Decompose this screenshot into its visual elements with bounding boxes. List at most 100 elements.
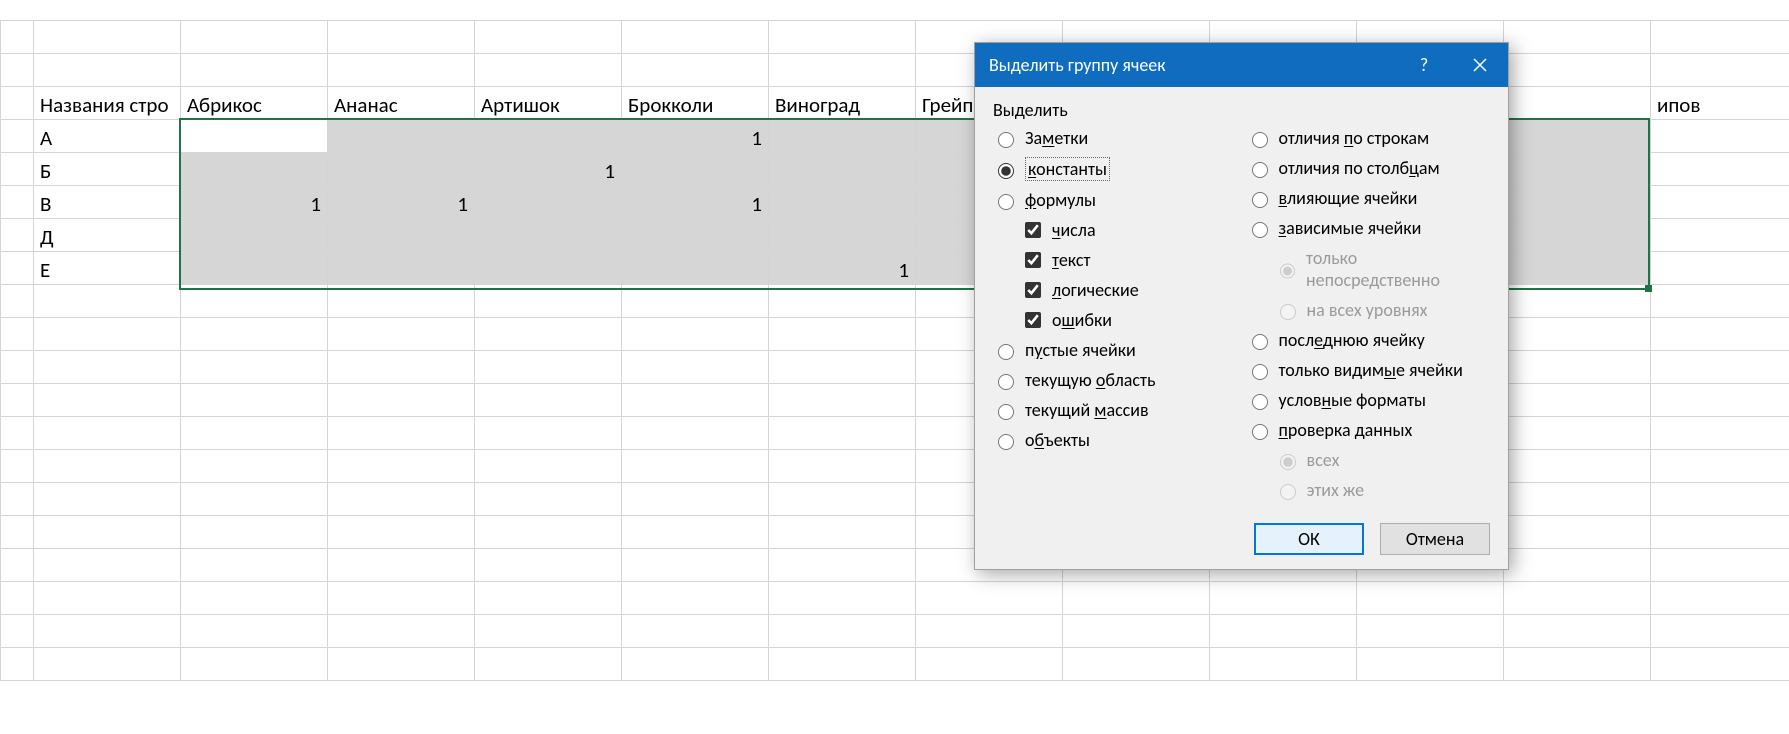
grid-row: [1, 615, 1789, 648]
grid-row: А 1: [1, 120, 1789, 153]
cell[interactable]: [622, 219, 769, 252]
radio-objects[interactable]: объекты: [993, 429, 1237, 451]
row-label[interactable]: Б: [34, 153, 181, 186]
col-header[interactable]: Брокколи: [622, 87, 769, 120]
cell[interactable]: [328, 120, 475, 153]
row-label[interactable]: В: [34, 186, 181, 219]
radio-blanks[interactable]: пустые ячейки: [993, 339, 1237, 361]
cell[interactable]: [1651, 186, 1789, 219]
radio-data-validation[interactable]: проверка данных: [1247, 419, 1491, 441]
cell[interactable]: [622, 153, 769, 186]
grid-row: [1, 384, 1789, 417]
grid-row: Б 1: [1, 153, 1789, 186]
cell[interactable]: [1504, 186, 1651, 219]
check-errors[interactable]: ошибки: [993, 309, 1237, 331]
cell[interactable]: [1651, 219, 1789, 252]
cancel-button[interactable]: Отмена: [1380, 523, 1490, 555]
cell[interactable]: [622, 252, 769, 285]
cell[interactable]: [475, 219, 622, 252]
grid-row: [1, 21, 1789, 54]
dialog-title: Выделить группу ячеек: [989, 54, 1396, 76]
grid-row: Д: [1, 219, 1789, 252]
radio-notes[interactable]: Заметки: [993, 127, 1237, 149]
grid-row: [1, 483, 1789, 516]
cell[interactable]: [475, 186, 622, 219]
cell[interactable]: [181, 252, 328, 285]
row-label[interactable]: Е: [34, 252, 181, 285]
cell[interactable]: 1: [181, 186, 328, 219]
ok-button[interactable]: ОК: [1254, 523, 1364, 555]
close-icon: [1473, 58, 1487, 72]
radio-current-region[interactable]: текущую область: [993, 369, 1237, 391]
cell[interactable]: [328, 153, 475, 186]
cell[interactable]: [769, 219, 916, 252]
cell[interactable]: [181, 219, 328, 252]
radio-all: всех: [1247, 449, 1491, 471]
radio-all-levels: на всех уровнях: [1247, 299, 1491, 321]
active-cell[interactable]: [181, 120, 328, 153]
group-label: Выделить: [993, 99, 1490, 121]
col-header[interactable]: Ананас: [328, 87, 475, 120]
col-header[interactable]: Виноград: [769, 87, 916, 120]
radio-constants[interactable]: константы: [993, 157, 1237, 181]
cell[interactable]: [1504, 252, 1651, 285]
cell[interactable]: [475, 120, 622, 153]
grid-row: [1, 318, 1789, 351]
radio-same: этих же: [1247, 479, 1491, 501]
close-button[interactable]: [1452, 43, 1508, 87]
cell[interactable]: [328, 252, 475, 285]
cell[interactable]: [769, 186, 916, 219]
cell[interactable]: 1: [475, 153, 622, 186]
cell[interactable]: [1651, 120, 1789, 153]
go-to-special-dialog: Выделить группу ячеек ? Выделить Заметки…: [974, 42, 1509, 570]
check-text[interactable]: текст: [993, 249, 1237, 271]
radio-row-diffs[interactable]: отличия по строкам: [1247, 127, 1491, 149]
grid-row: [1, 450, 1789, 483]
col-header[interactable]: ипов: [1651, 87, 1789, 120]
cell[interactable]: [181, 153, 328, 186]
cell[interactable]: [1504, 219, 1651, 252]
dialog-titlebar[interactable]: Выделить группу ячеек ?: [975, 43, 1508, 87]
spreadsheet-grid[interactable]: Названия стро Абрикос Ананас Артишок Бро…: [0, 20, 1789, 681]
header-row: Названия стро Абрикос Ананас Артишок Бро…: [1, 87, 1789, 120]
cell[interactable]: 1: [769, 252, 916, 285]
check-logical[interactable]: логические: [993, 279, 1237, 301]
grid-row: [1, 417, 1789, 450]
radio-dependents[interactable]: зависимые ячейки: [1247, 217, 1491, 239]
radio-visible-only[interactable]: только видимые ячейки: [1247, 359, 1491, 381]
check-numbers[interactable]: числа: [993, 219, 1237, 241]
radio-col-diffs[interactable]: отличия по столбцам: [1247, 157, 1491, 179]
cell[interactable]: [1504, 153, 1651, 186]
radio-cond-formats[interactable]: условные форматы: [1247, 389, 1491, 411]
cell[interactable]: [769, 153, 916, 186]
cell[interactable]: [1651, 252, 1789, 285]
grid-row: [1, 582, 1789, 615]
cell[interactable]: [1651, 153, 1789, 186]
radio-last-cell[interactable]: последнюю ячейку: [1247, 329, 1491, 351]
radio-formulas[interactable]: формулы: [993, 189, 1237, 211]
grid-row: [1, 54, 1789, 87]
cell[interactable]: [328, 219, 475, 252]
grid-row: [1, 516, 1789, 549]
grid-row: [1, 285, 1789, 318]
col-header[interactable]: [1504, 87, 1651, 120]
col-header[interactable]: Абрикос: [181, 87, 328, 120]
cell[interactable]: [1504, 120, 1651, 153]
grid-row: В 1 1 1: [1, 186, 1789, 219]
grid-row: Е 1: [1, 252, 1789, 285]
cell[interactable]: 1: [622, 186, 769, 219]
grid-row: [1, 549, 1789, 582]
radio-precedents[interactable]: влияющие ячейки: [1247, 187, 1491, 209]
grid-row: [1, 648, 1789, 681]
cell[interactable]: [769, 120, 916, 153]
row-label[interactable]: Д: [34, 219, 181, 252]
row-label[interactable]: А: [34, 120, 181, 153]
cell[interactable]: [475, 252, 622, 285]
radio-direct-only: только непосредственно: [1247, 247, 1491, 291]
col-header[interactable]: Артишок: [475, 87, 622, 120]
row-header-label: Названия стро: [34, 87, 181, 120]
help-button[interactable]: ?: [1396, 43, 1452, 87]
cell[interactable]: 1: [328, 186, 475, 219]
radio-current-array[interactable]: текущий массив: [993, 399, 1237, 421]
cell[interactable]: 1: [622, 120, 769, 153]
